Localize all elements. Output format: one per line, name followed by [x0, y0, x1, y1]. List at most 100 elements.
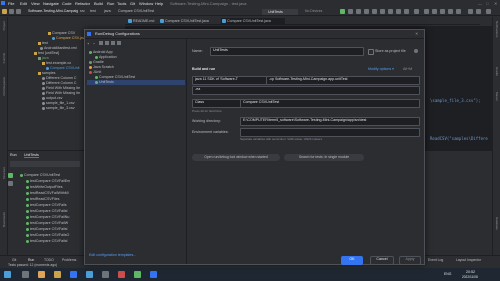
- test-suite[interactable]: Compare CSVUnitTest: [20, 173, 60, 178]
- sdk-manager-icon[interactable]: [404, 9, 409, 14]
- app-red-icon[interactable]: [118, 271, 125, 278]
- config-item-unittests-selected[interactable]: UnitTests: [87, 80, 185, 85]
- class-field[interactable]: Compare CSVUnitTest: [240, 99, 420, 108]
- vscode-icon[interactable]: [150, 271, 157, 278]
- remove-icon[interactable]: −: [93, 41, 95, 46]
- tool-gradle[interactable]: Gradle: [495, 67, 499, 76]
- menu-tools[interactable]: Tools: [117, 1, 126, 6]
- test-item[interactable]: testWriteOutputFiles: [26, 185, 63, 190]
- attach-icon[interactable]: [372, 9, 377, 14]
- tab-compare-csv-unit-test-active[interactable]: Compare CSVUnitTest.java: [221, 18, 285, 24]
- stop-icon[interactable]: [8, 181, 13, 186]
- tool-project[interactable]: Project: [2, 21, 6, 30]
- tree-item[interactable]: sample_file_3.csv: [42, 106, 75, 111]
- tool-structure[interactable]: Structure: [2, 167, 6, 179]
- run-config-tab[interactable]: UnitTests: [24, 153, 39, 158]
- config-item-compare-csv[interactable]: Compare CSVUnitTest: [95, 75, 135, 80]
- tool-notifications[interactable]: Notifications: [495, 21, 499, 37]
- vm-options-field[interactable]: -ea: [192, 86, 420, 95]
- start-icon[interactable]: [4, 271, 11, 278]
- gradle-sync-icon[interactable]: [388, 9, 393, 14]
- copy-icon[interactable]: [99, 41, 103, 45]
- breadcrumb-java[interactable]: java: [104, 9, 116, 13]
- tree-item[interactable]: Field With Missing Ite: [42, 91, 80, 96]
- tree-item[interactable]: samples: [38, 71, 55, 76]
- modify-options-link[interactable]: Modify options ▾: [368, 67, 394, 71]
- test-item[interactable]: testReadCSVFailWithMi: [26, 191, 69, 196]
- search-icon[interactable]: [468, 9, 473, 14]
- rollback-icon[interactable]: [456, 9, 461, 14]
- clock-date[interactable]: 2022/11/08: [462, 275, 478, 279]
- env-vars-field[interactable]: [240, 128, 420, 137]
- tool-pull-requests[interactable]: Pull Requests: [2, 77, 6, 96]
- android-studio-icon[interactable]: [134, 271, 141, 278]
- file-explorer-icon[interactable]: [54, 271, 61, 278]
- avd-manager-icon[interactable]: [396, 9, 401, 14]
- minimize-icon[interactable]: —: [478, 1, 482, 6]
- tree-item[interactable]: Different Column C: [42, 76, 77, 81]
- tool-commit[interactable]: Commit: [2, 53, 6, 63]
- menu-build[interactable]: Build: [94, 1, 103, 6]
- device-selector[interactable]: No Devices: [305, 9, 335, 13]
- search-tests-option[interactable]: Search for tests: In single module: [284, 154, 364, 161]
- test-item[interactable]: testCompare CSVFailW: [26, 221, 68, 226]
- config-group-gradle[interactable]: Gradle: [89, 60, 104, 65]
- debug-icon[interactable]: [348, 9, 353, 14]
- search-icon[interactable]: [22, 271, 29, 278]
- menu-git[interactable]: Git: [130, 1, 135, 6]
- folder-icon[interactable]: [111, 41, 115, 45]
- coverage-icon[interactable]: [356, 9, 361, 14]
- add-icon[interactable]: +: [87, 41, 89, 46]
- test-item[interactable]: testCompare CSVFails: [26, 203, 67, 208]
- menu-refactor[interactable]: Refactor: [75, 1, 90, 6]
- tree-item[interactable]: Compare CSV.java: [52, 36, 86, 41]
- menu-window[interactable]: Window: [139, 1, 153, 6]
- close-icon[interactable]: ✕: [494, 1, 497, 6]
- gear-icon[interactable]: [414, 49, 418, 53]
- tree-item[interactable]: java: [38, 56, 49, 61]
- close-icon[interactable]: ✕: [415, 31, 418, 36]
- working-dir-field[interactable]: E:\COMPUTER\term5_software\Software-Test…: [240, 117, 420, 126]
- menu-code[interactable]: Code: [62, 1, 72, 6]
- tree-item[interactable]: output.csv: [42, 96, 62, 101]
- tree-item[interactable]: test.example.co: [42, 61, 71, 66]
- git-update-icon[interactable]: [424, 9, 429, 14]
- menu-edit[interactable]: Edit: [20, 1, 27, 6]
- tool-maven[interactable]: Maven: [495, 92, 499, 101]
- tab-compare-csv-unit-test[interactable]: Compare CSVUnitTest.java: [159, 18, 223, 24]
- chrome-icon[interactable]: [38, 271, 45, 278]
- run-icon[interactable]: [340, 9, 345, 14]
- config-group-junit[interactable]: JUnit: [89, 70, 101, 75]
- apply-button[interactable]: Apply: [399, 256, 421, 265]
- breadcrumb-src[interactable]: src: [80, 9, 88, 13]
- tab-readme[interactable]: README.md: [127, 18, 163, 24]
- breadcrumb-test[interactable]: test: [90, 9, 102, 13]
- menu-help[interactable]: Help: [155, 1, 163, 6]
- clock-time[interactable]: 20:52: [466, 270, 475, 274]
- menu-file[interactable]: File: [8, 1, 14, 6]
- ok-button[interactable]: OK: [341, 256, 363, 265]
- history-icon[interactable]: [448, 9, 453, 14]
- tree-item[interactable]: Different Column C: [42, 81, 77, 86]
- config-group-android-app[interactable]: Android App: [89, 50, 113, 55]
- menu-navigate[interactable]: Navigate: [43, 1, 59, 6]
- test-item[interactable]: testReadCSVFiles: [26, 197, 59, 202]
- jdk-select[interactable]: java 11 SDK of 'Software-T: [192, 76, 268, 85]
- teams-icon[interactable]: [86, 271, 93, 278]
- mail-icon[interactable]: [70, 271, 77, 278]
- name-field[interactable]: UnitTests: [210, 47, 364, 56]
- tree-item[interactable]: Compare CSVUnit: [46, 66, 80, 71]
- git-commit-icon[interactable]: [432, 9, 437, 14]
- save-config-icon[interactable]: [105, 41, 109, 45]
- test-item[interactable]: testCompare CSVFailNu: [26, 215, 69, 220]
- test-item[interactable]: testCompare CSVFailsI: [26, 239, 68, 244]
- store-project-file-checkbox[interactable]: [368, 49, 374, 55]
- config-item-application[interactable]: Application: [95, 55, 117, 60]
- tool-bookmarks[interactable]: Bookmarks: [2, 212, 6, 227]
- edit-templates-link[interactable]: Edit configuration templates...: [89, 253, 136, 257]
- keyboard-language[interactable]: ENG: [444, 272, 451, 276]
- tree-item[interactable]: test [unitTest]: [34, 51, 59, 56]
- test-item[interactable]: testCompare CSVFailsI: [26, 227, 68, 232]
- tool-database[interactable]: Database: [495, 217, 499, 230]
- module-classpath-select[interactable]: -cp Software-Testing-Mini-Campaign.app.u…: [266, 76, 420, 85]
